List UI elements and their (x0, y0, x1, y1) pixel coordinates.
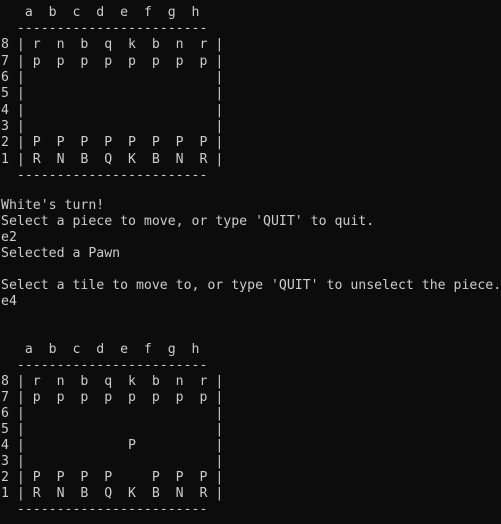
select-piece-prompt: Select a piece to move, or type 'QUIT' t… (1, 214, 375, 229)
board1-rank-6: 6 | | (1, 70, 224, 85)
board1-rank-2: 2 | P P P P P P P P | (1, 135, 224, 150)
board1-rank-8: 8 | r n b q k b n r | (1, 37, 224, 52)
selected-piece-message: Selected a Pawn (1, 246, 121, 261)
board2-rank-7: 7 | p p p p p p p p | (1, 390, 224, 405)
board1-rank-4: 4 | | (1, 103, 224, 118)
user-input-piece: e2 (1, 230, 17, 245)
board2-rank-6: 6 | | (1, 406, 224, 421)
board1-rank-3: 3 | | (1, 119, 224, 134)
board2-rank-2: 2 | P P P P P P P | (1, 470, 224, 485)
turn-message: White's turn! (1, 198, 105, 213)
board2-rank-1: 1 | R N B Q K B N R | (1, 486, 224, 501)
board1-rank-7: 7 | p p p p p p p p | (1, 54, 224, 69)
board2-rank-3: 3 | | (1, 454, 224, 469)
board2-top-border: ------------------------ (1, 358, 208, 373)
user-input-tile: e4 (1, 294, 17, 309)
board1-top-border: ------------------------ (1, 21, 208, 36)
board1-file-labels: a b c d e f g h (1, 5, 200, 20)
terminal-output[interactable]: a b c d e f g h ------------------------… (0, 0, 501, 524)
board2-rank-5: 5 | | (1, 422, 224, 437)
board1-bottom-border: ------------------------ (1, 168, 208, 183)
board2-bottom-border: ------------------------ (1, 502, 208, 517)
board1-rank-5: 5 | | (1, 86, 224, 101)
board2-file-labels: a b c d e f g h (1, 342, 200, 357)
board1-rank-1: 1 | R N B Q K B N R | (1, 152, 224, 167)
board2-rank-4: 4 | P | (1, 438, 224, 453)
select-tile-prompt: Select a tile to move to, or type 'QUIT'… (1, 278, 501, 293)
board2-rank-8: 8 | r n b q k b n r | (1, 374, 224, 389)
